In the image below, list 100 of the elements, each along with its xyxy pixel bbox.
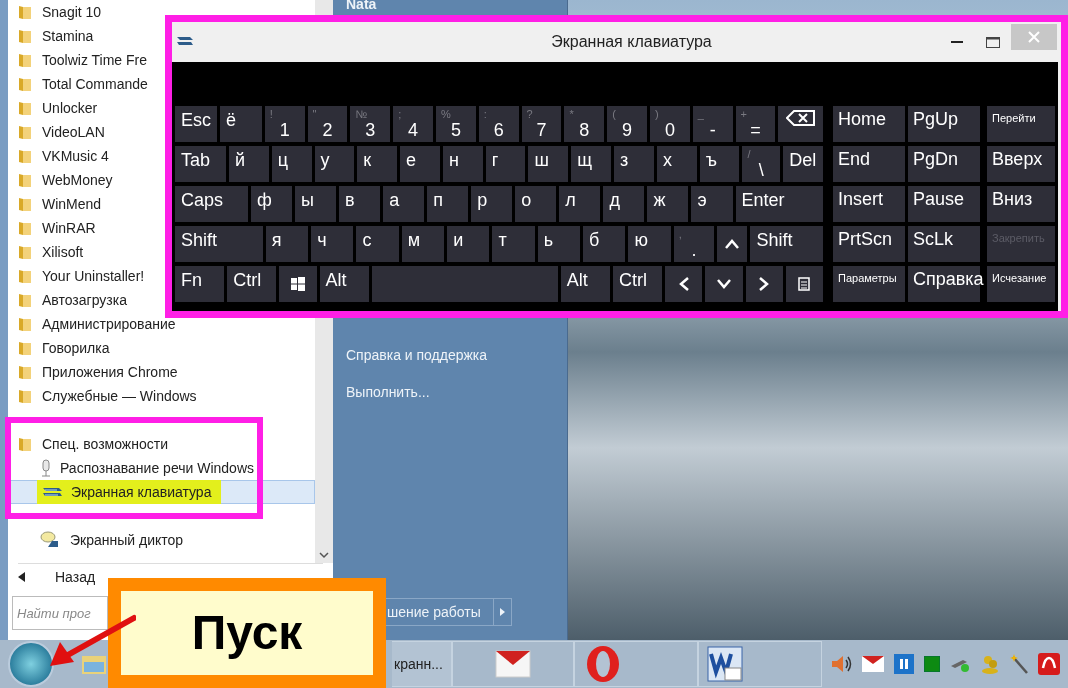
program-item[interactable]: Экранный диктор: [8, 528, 315, 552]
program-folder-item[interactable]: Stamina: [8, 24, 315, 48]
keyboard-key[interactable]: Вверх: [987, 146, 1055, 182]
keyboard-key[interactable]: ж: [647, 186, 689, 222]
keyboard-key[interactable]: й: [228, 146, 269, 182]
speaker-icon[interactable]: [830, 654, 852, 674]
keyboard-key[interactable]: [717, 226, 748, 262]
keyboard-key[interactable]: Enter: [735, 186, 824, 222]
keyboard-key[interactable]: и: [447, 226, 490, 262]
keyboard-key[interactable]: + =: [735, 106, 776, 142]
keyboard-key[interactable]: х: [656, 146, 697, 182]
keyboard-key[interactable]: Pause: [908, 186, 980, 222]
keyboard-key[interactable]: б: [583, 226, 626, 262]
keyboard-key[interactable]: в: [339, 186, 381, 222]
keyboard-key[interactable]: ScLk: [908, 226, 980, 262]
keyboard-key[interactable]: ч: [311, 226, 354, 262]
keyboard-key[interactable]: ; 4: [393, 106, 433, 142]
keyboard-key[interactable]: Insert: [833, 186, 905, 222]
keyboard-key[interactable]: Esc: [175, 106, 217, 142]
taskbar-button[interactable]: [574, 641, 698, 687]
pause-icon[interactable]: [894, 654, 914, 674]
keyboard-key[interactable]: [778, 106, 824, 142]
program-folder-item[interactable]: Говорилка: [8, 336, 315, 360]
keyboard-key[interactable]: / \: [742, 146, 781, 182]
keyboard-key[interactable]: Caps: [175, 186, 248, 222]
keyboard-key[interactable]: э: [691, 186, 733, 222]
keyboard-key[interactable]: % 5: [436, 106, 476, 142]
keyboard-key[interactable]: [665, 266, 703, 302]
keyboard-key[interactable]: : 6: [478, 106, 519, 142]
keyboard-key[interactable]: п: [427, 186, 469, 222]
taskbar-button[interactable]: [698, 641, 822, 687]
keyboard-key[interactable]: Del: [783, 146, 824, 182]
keyboard-key[interactable]: Ctrl: [613, 266, 663, 302]
keyboard-key[interactable]: Shift: [750, 226, 824, 262]
keyboard-key[interactable]: к: [357, 146, 398, 182]
keyboard-key[interactable]: а: [383, 186, 425, 222]
keyboard-key[interactable]: у: [314, 146, 355, 182]
keyboard-key[interactable]: щ: [571, 146, 612, 182]
keyboard-key[interactable]: PgDn: [908, 146, 980, 182]
keyboard-key[interactable]: н: [442, 146, 483, 182]
keyboard-key[interactable]: , .: [673, 226, 715, 262]
keyboard-key[interactable]: ъ: [699, 146, 740, 182]
menu-link[interactable]: Справка и поддержка: [346, 345, 557, 366]
back-button[interactable]: Назад: [8, 564, 98, 590]
keyboard-key[interactable]: ( 9: [607, 106, 647, 142]
keyboard-key[interactable]: л: [559, 186, 601, 222]
keyboard-key[interactable]: PrtScn: [833, 226, 905, 262]
keyboard-key[interactable]: № 3: [350, 106, 391, 142]
keyboard-key[interactable]: [785, 266, 824, 302]
keyboard-key[interactable]: ш: [528, 146, 569, 182]
keyboard-key[interactable]: с: [356, 226, 399, 262]
search-field[interactable]: Найти прог: [12, 596, 108, 630]
keyboard-key[interactable]: Исчезание: [987, 266, 1055, 302]
keyboard-key[interactable]: о: [515, 186, 557, 222]
keyboard-key[interactable]: я: [265, 226, 309, 262]
program-folder-item[interactable]: Администрирование: [8, 312, 315, 336]
keyboard-key[interactable]: Fn: [175, 266, 225, 302]
keyboard-key[interactable]: ь: [537, 226, 581, 262]
keyboard-key[interactable]: Alt: [560, 266, 610, 302]
program-folder-item[interactable]: Приложения Chrome: [8, 360, 315, 384]
keyboard-key[interactable]: е: [400, 146, 440, 182]
program-folder-item[interactable]: Спец. возможности: [8, 432, 315, 456]
keyboard-key[interactable]: Перейти: [987, 106, 1055, 142]
keyboard-key[interactable]: д: [603, 186, 645, 222]
keyboard-key[interactable]: ) 0: [650, 106, 690, 142]
keyboard-key[interactable]: Параметры: [833, 266, 905, 302]
magic-wand-icon[interactable]: [1010, 654, 1028, 674]
keyboard-key[interactable]: [279, 266, 317, 302]
keyboard-key[interactable]: ю: [628, 226, 671, 262]
keyboard-key[interactable]: Home: [833, 106, 905, 142]
keyboard-key[interactable]: " 2: [307, 106, 348, 142]
program-folder-item[interactable]: Toolwiz Time Fre: [8, 48, 315, 72]
keyboard-key[interactable]: PgUp: [908, 106, 980, 142]
keyboard-key[interactable]: Alt: [319, 266, 369, 302]
keyboard-key[interactable]: Ctrl: [227, 266, 277, 302]
keyboard-key[interactable]: м: [401, 226, 445, 262]
keyboard-key[interactable]: [745, 266, 783, 302]
keyboard-key[interactable]: End: [833, 146, 905, 182]
keyboard-key[interactable]: Shift: [175, 226, 263, 262]
keyboard-key[interactable]: [705, 266, 743, 302]
umbrella-logo-icon[interactable]: [1038, 653, 1060, 675]
program-item[interactable]: Распознавание речи Windows: [8, 456, 315, 480]
keyboard-key[interactable]: Tab: [175, 146, 226, 182]
keyboard-key[interactable]: р: [471, 186, 513, 222]
program-folder-item[interactable]: Snagit 10: [8, 0, 315, 24]
program-folder-item[interactable]: Total Commande: [8, 72, 315, 96]
keyboard-key[interactable]: ы: [295, 186, 337, 222]
program-folder-item[interactable]: Служебные — Windows: [8, 384, 315, 408]
envelope-icon[interactable]: [862, 656, 884, 672]
keyboard-key[interactable]: Вниз: [987, 186, 1055, 222]
program-item[interactable]: Экранная клавиатура: [8, 480, 315, 504]
taskbar-button[interactable]: кранн...: [392, 641, 452, 687]
keyboard-key[interactable]: ! 1: [264, 106, 305, 142]
keyboard-key[interactable]: * 8: [564, 106, 605, 142]
keyboard-key[interactable]: ? 7: [521, 106, 562, 142]
keyboard-key[interactable]: г: [485, 146, 526, 182]
keyboard-key[interactable]: з: [614, 146, 654, 182]
keyboard-key[interactable]: т: [492, 226, 535, 262]
keyboard-key[interactable]: ё: [220, 106, 262, 142]
taskbar-button[interactable]: [452, 641, 574, 687]
